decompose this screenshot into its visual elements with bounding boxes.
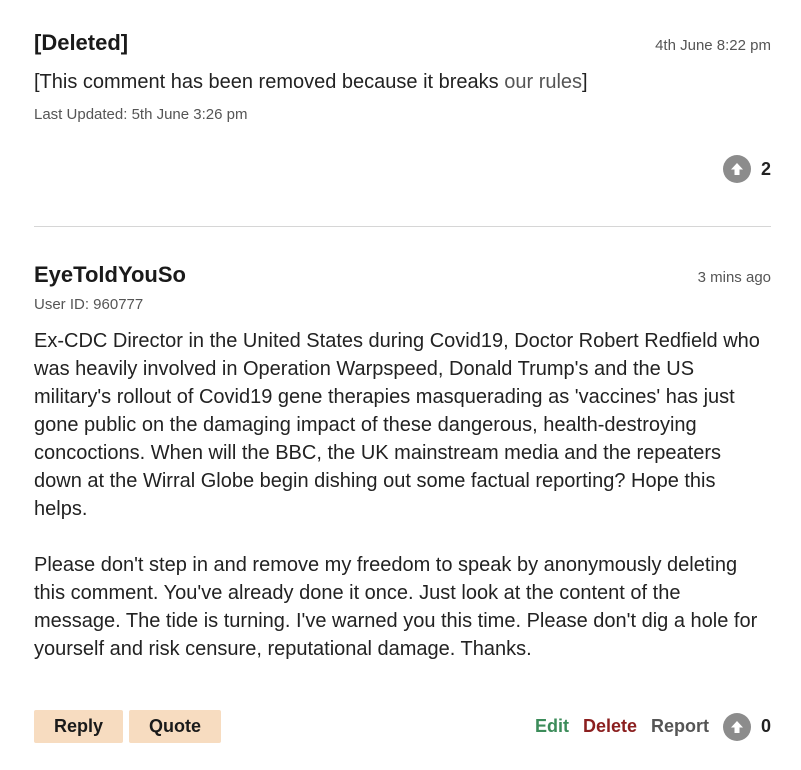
vote-count: 0: [760, 716, 771, 736]
comment-paragraph-2: Please don't step in and remove my freed…: [34, 554, 758, 660]
upvote-arrow-icon[interactable]: [722, 155, 751, 183]
comment-body: Ex-CDC Director in the United States dur…: [34, 327, 771, 663]
moderation-actions: Edit Delete Report 0: [535, 712, 771, 741]
vote-count: 2: [760, 158, 771, 179]
comment-body: [This comment has been removed because i…: [34, 68, 771, 96]
comment-eyetoldyouso: EyeToldYouSo 3 mins ago User ID: 960777 …: [34, 262, 771, 663]
quote-button[interactable]: Quote: [129, 710, 222, 743]
comment-author: EyeToldYouSo: [34, 262, 186, 287]
comment-actions: Reply Quote Edit Delete Report 0: [34, 710, 771, 743]
comment-author: [Deleted]: [34, 30, 129, 55]
delete-link[interactable]: Delete: [583, 716, 637, 737]
vote-control: 2: [34, 155, 771, 183]
comment-paragraph-1: Ex-CDC Director in the United States dur…: [34, 330, 760, 520]
edit-link[interactable]: Edit: [535, 716, 569, 737]
removed-notice-suffix: ]: [582, 71, 588, 93]
last-updated: Last Updated: 5th June 3:26 pm: [34, 106, 248, 123]
comments-thread: [Deleted] 4th June 8:22 pm [This comment…: [0, 0, 801, 770]
comment-divider: [34, 226, 771, 227]
comment-deleted: [Deleted] 4th June 8:22 pm [This comment…: [34, 30, 771, 183]
report-link[interactable]: Report: [651, 716, 709, 737]
comment-timestamp: 4th June 8:22 pm: [655, 37, 771, 54]
comment-timestamp: 3 mins ago: [697, 269, 771, 286]
rules-link[interactable]: our rules: [504, 71, 582, 93]
upvote-arrow-icon[interactable]: [722, 712, 751, 741]
vote-control: 0: [722, 712, 771, 741]
removed-notice-text: [This comment has been removed because i…: [34, 71, 505, 93]
comment-header: [Deleted] 4th June 8:22 pm: [34, 30, 771, 56]
action-buttons: Reply Quote: [34, 710, 222, 743]
reply-button[interactable]: Reply: [34, 710, 124, 743]
user-id: User ID: 960777: [34, 296, 144, 313]
comment-header: EyeToldYouSo 3 mins ago: [34, 262, 771, 288]
